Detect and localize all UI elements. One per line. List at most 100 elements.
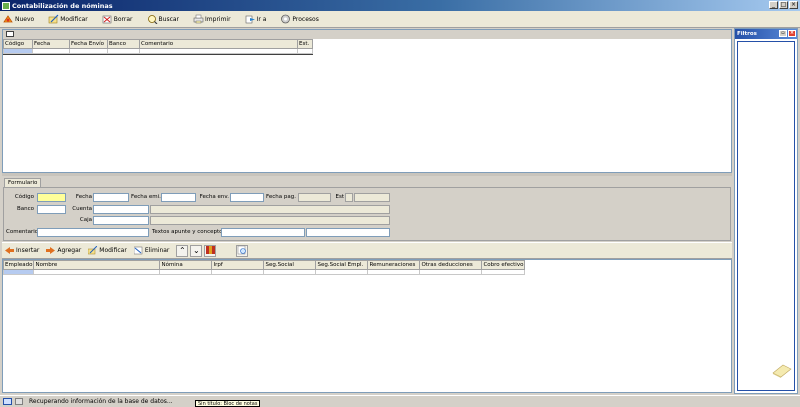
modify-button[interactable]: Modificar — [48, 14, 88, 24]
process-button[interactable]: Procesos — [280, 14, 319, 24]
move-down-button[interactable]: ⌄ — [190, 244, 203, 257]
insert-label: Insertar — [16, 247, 40, 254]
col-irpf[interactable]: Irpf — [211, 260, 265, 270]
caja-label: Caja — [79, 217, 92, 223]
table-row[interactable] — [3, 48, 313, 54]
filters-close-button[interactable]: × — [788, 30, 796, 37]
grid-header-row: Código Fecha Fecha Envío Banco Comentari… — [3, 39, 313, 49]
app-icon — [2, 1, 10, 10]
est-label: Est — [335, 194, 345, 200]
col-empleado[interactable]: Empleado — [2, 260, 35, 270]
caja-field[interactable] — [93, 216, 149, 225]
move-up-button[interactable]: ⌃ — [176, 244, 189, 257]
find-line-button[interactable] — [236, 244, 249, 257]
col-est[interactable]: Est. — [297, 39, 313, 49]
col-nombre[interactable]: Nombre — [33, 260, 161, 270]
detail-toolbar: Insertar Agregar Modificar Eliminar ⌃ ⌄ — [2, 242, 732, 259]
nominas-list-panel: Código Fecha Fecha Envío Banco Comentari… — [2, 29, 732, 173]
new-icon — [3, 14, 14, 24]
maximize-button[interactable]: □ — [779, 1, 788, 9]
col-fecha-envio[interactable]: Fecha Envío — [69, 39, 108, 49]
fecha-emi-label: Fecha emi. — [131, 194, 161, 200]
main-toolbar: Nuevo Modificar Borrar Buscar Imprimir I… — [0, 11, 800, 28]
monitor-icon — [3, 398, 12, 405]
table-row[interactable] — [2, 269, 526, 275]
col-remuneraciones[interactable]: Remuneraciones — [367, 260, 421, 270]
database-icon — [15, 398, 23, 405]
close-button[interactable]: × — [789, 1, 798, 9]
filters-header: Filtros ▫ × — [735, 29, 797, 39]
textos-apunte-field[interactable] — [221, 228, 305, 237]
caja-desc-field — [150, 216, 390, 225]
col-seg-social-empl[interactable]: Seg.Social Empl. — [315, 260, 369, 270]
grid-options-icon[interactable] — [6, 31, 14, 37]
modify-line-label: Modificar — [99, 247, 127, 254]
chevron-up-icon: ⌃ — [179, 246, 186, 255]
nominas-grid[interactable]: Código Fecha Fecha Envío Banco Comentari… — [3, 39, 313, 54]
cuenta-field[interactable] — [93, 205, 149, 214]
filters-panel: Filtros ▫ × — [734, 28, 798, 394]
insert-icon — [5, 246, 14, 255]
form-panel: Código Fecha Fecha emi. Fecha env. Fecha… — [3, 187, 731, 241]
fecha-env-label: Fecha env. — [199, 194, 229, 200]
est-desc-field — [354, 193, 390, 202]
edit-line-icon — [88, 245, 98, 255]
col-cobro-efectivo[interactable]: Cobro efectivo — [481, 260, 526, 270]
delete-icon — [102, 14, 113, 24]
search-button[interactable]: Buscar — [147, 14, 180, 25]
chevron-down-icon: ⌄ — [193, 246, 200, 255]
fecha-emi-field[interactable] — [161, 193, 196, 202]
new-button[interactable]: Nuevo — [3, 14, 34, 24]
textos-label: Textos apunte y concepto — [152, 229, 223, 235]
delete-button[interactable]: Borrar — [102, 14, 133, 24]
col-comentario[interactable]: Comentario — [139, 39, 298, 49]
filters-content — [737, 41, 795, 391]
col-seg-social[interactable]: Seg.Social — [263, 260, 317, 270]
modify-label: Modificar — [60, 15, 88, 23]
print-label: Imprimir — [205, 15, 231, 23]
add-button[interactable]: Agregar — [46, 246, 81, 255]
cuenta-label: Cuenta — [72, 206, 92, 212]
filters-controls: ▫ × — [779, 30, 796, 37]
search-label: Buscar — [158, 15, 180, 23]
col-otras-deducciones[interactable]: Otras deducciones — [419, 260, 483, 270]
banco-label: Banco — [16, 206, 34, 212]
form-area: Formulario Código Fecha Fecha emi. Fecha… — [2, 176, 732, 242]
books-button[interactable] — [204, 244, 217, 257]
window-title: Contabilización de nóminas — [12, 1, 113, 10]
tab-formulario[interactable]: Formulario — [4, 178, 42, 187]
delete-line-label: Eliminar — [144, 247, 170, 254]
fecha-field[interactable] — [93, 193, 129, 202]
fecha-pag-field[interactable] — [298, 193, 331, 202]
employees-grid-panel: Empleado Nombre Nómina Irpf Seg.Social S… — [2, 259, 732, 393]
status-text: Recuperando información de la base de da… — [29, 398, 173, 405]
grid-mini-toolbar — [3, 30, 731, 39]
col-nomina[interactable]: Nómina — [159, 260, 213, 270]
print-button[interactable]: Imprimir — [193, 14, 231, 24]
filters-restore-button[interactable]: ▫ — [779, 30, 787, 37]
delete-line-button[interactable]: Eliminar — [133, 246, 170, 255]
est-code-field[interactable] — [345, 193, 353, 202]
fecha-env-field[interactable] — [230, 193, 264, 202]
codigo-field[interactable] — [37, 193, 66, 202]
filters-body — [735, 39, 797, 393]
col-codigo[interactable]: Código — [3, 39, 33, 49]
col-banco[interactable]: Banco — [107, 39, 140, 49]
banco-field[interactable] — [37, 205, 66, 214]
employees-grid[interactable]: Empleado Nombre Nómina Irpf Seg.Social S… — [2, 260, 526, 275]
textos-concepto-field[interactable] — [306, 228, 390, 237]
add-icon — [46, 246, 56, 255]
notebook-icon — [771, 361, 793, 379]
filters-title: Filtros — [737, 31, 757, 37]
add-label: Agregar — [57, 247, 82, 254]
comentario-field[interactable] — [37, 228, 149, 237]
delete-label: Borrar — [113, 15, 133, 23]
col-fecha[interactable]: Fecha — [32, 39, 70, 49]
find-icon — [237, 245, 247, 257]
new-label: Nuevo — [15, 15, 35, 23]
goto-button[interactable]: Ir a — [245, 14, 266, 24]
minimize-button[interactable]: _ — [769, 1, 778, 9]
insert-button[interactable]: Insertar — [5, 246, 39, 255]
window-titlebar: Contabilización de nóminas _ □ × — [0, 0, 800, 11]
modify-line-button[interactable]: Modificar — [88, 245, 127, 255]
